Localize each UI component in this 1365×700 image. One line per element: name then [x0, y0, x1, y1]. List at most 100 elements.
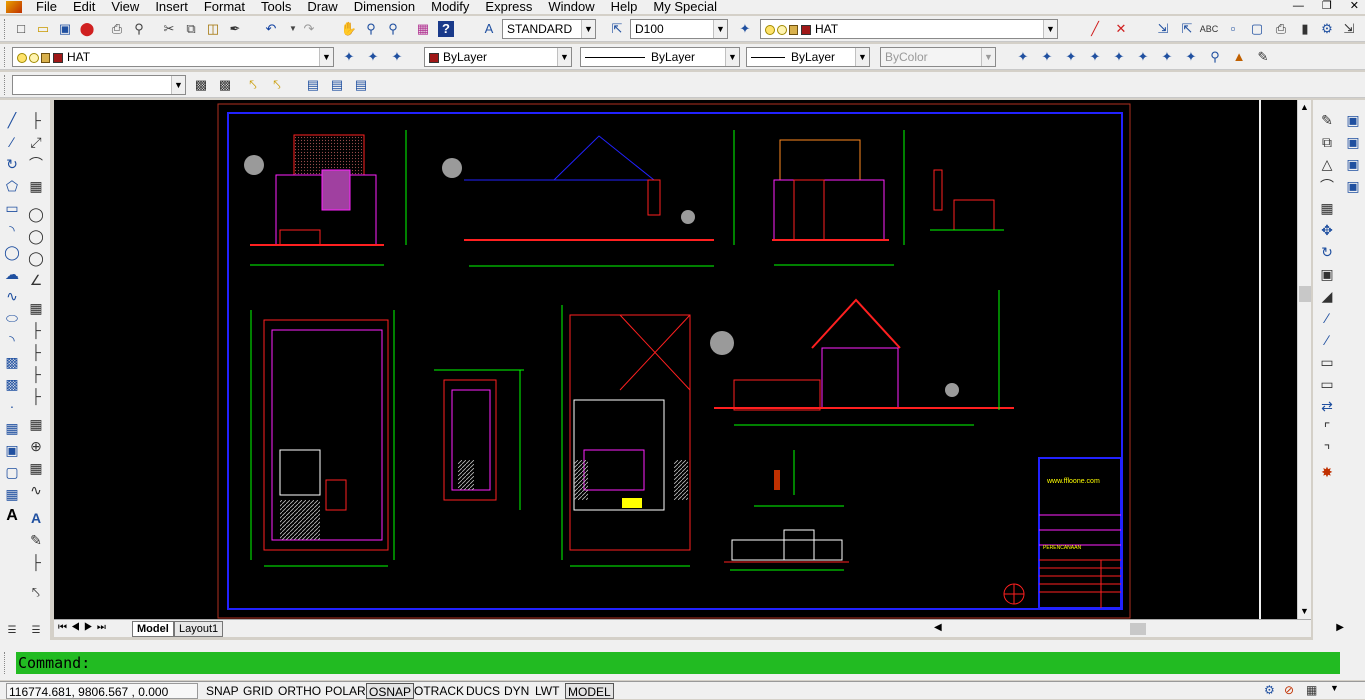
dim-edit-icon[interactable]: A: [26, 508, 46, 528]
layer-previous-icon[interactable]: ✦: [364, 48, 382, 66]
arc-icon[interactable]: ◝: [2, 220, 22, 240]
explode-icon[interactable]: ✸: [1317, 462, 1337, 482]
erase-icon[interactable]: ✕: [1112, 20, 1130, 38]
plot-preview-icon[interactable]: ⚲: [130, 20, 148, 38]
draworder-below-icon[interactable]: ▣: [1343, 176, 1363, 196]
open-file-icon[interactable]: ▭: [34, 20, 52, 38]
dim-style-icon[interactable]: ⤣: [26, 582, 46, 602]
scroll-thumb[interactable]: [1130, 623, 1146, 635]
break-at-point-icon[interactable]: ▭: [1317, 352, 1337, 372]
help-icon[interactable]: ?: [438, 21, 454, 37]
grid-toggle[interactable]: GRID: [241, 683, 275, 699]
menu-window[interactable]: Window: [540, 0, 602, 13]
draworder-back-icon[interactable]: ▣: [1343, 132, 1363, 152]
view-named-icon[interactable]: ▤: [328, 76, 346, 94]
insert-block-icon[interactable]: ▩: [2, 352, 22, 372]
paste-icon[interactable]: ◫: [204, 20, 222, 38]
pan-icon[interactable]: ✋: [340, 20, 358, 38]
dim-aligned-icon[interactable]: ⇱: [1178, 20, 1196, 38]
lock-toolbars-icon[interactable]: ▦: [1306, 683, 1317, 697]
rectangle-icon[interactable]: ▭: [2, 198, 22, 218]
osnap-toggle[interactable]: OSNAP: [366, 683, 415, 699]
cone-icon[interactable]: ▲: [1230, 48, 1248, 66]
table-icon[interactable]: ▦: [2, 484, 22, 504]
layer-merge-icon[interactable]: ✦: [1182, 48, 1200, 66]
settings-icon[interactable]: ⚙: [1318, 20, 1336, 38]
dim-update-icon[interactable]: ├: [26, 552, 46, 572]
scroll-up-icon[interactable]: ▲: [1300, 102, 1309, 112]
scale-icon[interactable]: ▣: [1317, 264, 1337, 284]
layer-states-icon[interactable]: ✦: [388, 48, 406, 66]
line-draw-icon[interactable]: ╱: [1086, 20, 1104, 38]
dim-ordinate-icon[interactable]: ▦: [26, 176, 46, 196]
no-tray-icon[interactable]: ⊘: [1284, 683, 1294, 697]
dim-radius-icon[interactable]: ◯: [26, 204, 46, 224]
zoom-realtime-icon[interactable]: ⚲: [362, 20, 380, 38]
menu-tools[interactable]: Tools: [253, 0, 299, 13]
minimize-icon[interactable]: —: [1293, 0, 1304, 12]
tab-navigation-icons[interactable]: ⏮◀▶⏭: [58, 622, 110, 633]
close-icon[interactable]: ✕: [1350, 0, 1359, 12]
dim-jogged-icon[interactable]: ◯: [26, 226, 46, 246]
layer-freeze-icon[interactable]: ✦: [1086, 48, 1104, 66]
menu-format[interactable]: Format: [196, 0, 253, 13]
dim-text-edit-icon[interactable]: ✎: [26, 530, 46, 550]
redo-icon[interactable]: ↷: [300, 20, 318, 38]
hatch-icon[interactable]: ▦: [2, 418, 22, 438]
command-line[interactable]: Command:: [16, 652, 1340, 674]
construction-line-icon[interactable]: ∕: [2, 132, 22, 152]
polygon-icon[interactable]: ⬠: [2, 176, 22, 196]
scroll-down-icon[interactable]: ▼: [1300, 606, 1309, 616]
tolerance-icon[interactable]: ▦: [26, 414, 46, 434]
draworder-front-icon[interactable]: ▣: [1343, 110, 1363, 130]
menu-insert[interactable]: Insert: [147, 0, 196, 13]
circle-icon[interactable]: ◯: [2, 242, 22, 262]
quick-dim-icon[interactable]: ▦: [26, 298, 46, 318]
line-icon[interactable]: ╱: [2, 110, 22, 130]
dim-linear-icon[interactable]: ├: [26, 110, 46, 130]
mirror-icon[interactable]: △: [1317, 154, 1337, 174]
cut-icon[interactable]: ✂: [160, 20, 178, 38]
menu-dimension[interactable]: Dimension: [346, 0, 423, 13]
move-icon[interactable]: ✥: [1317, 220, 1337, 240]
zoom-window-icon[interactable]: ⚲: [384, 20, 402, 38]
status-menu-icon[interactable]: ▼: [1330, 683, 1339, 693]
toolbar-grip[interactable]: [4, 75, 7, 95]
stretch-icon[interactable]: ◢: [1317, 286, 1337, 306]
save-icon[interactable]: ▣: [56, 20, 74, 38]
spline-icon[interactable]: ∿: [2, 286, 22, 306]
menu-help[interactable]: Help: [603, 0, 646, 13]
break-icon[interactable]: ▭: [1317, 374, 1337, 394]
polyline-icon[interactable]: ↻: [2, 154, 22, 174]
match-properties-icon[interactable]: ✒: [226, 20, 244, 38]
make-block-icon[interactable]: ▩: [2, 374, 22, 394]
copy-icon[interactable]: ⧉: [1317, 132, 1337, 152]
dim-linear-icon[interactable]: ⇲: [1154, 20, 1172, 38]
dim-aligned-icon[interactable]: ⤢: [26, 132, 46, 152]
otrack-toggle[interactable]: OTRACK: [412, 683, 466, 699]
dim-text-icon[interactable]: ABC: [1200, 20, 1219, 38]
rotate-icon[interactable]: ↻: [1317, 242, 1337, 262]
color-combo[interactable]: ByLayer ▼: [424, 47, 572, 67]
ucs-world-icon[interactable]: ▩: [216, 76, 234, 94]
new-file-icon[interactable]: □: [12, 20, 30, 38]
properties-icon[interactable]: ▦: [414, 20, 432, 38]
undo-icon[interactable]: ↶: [262, 20, 280, 38]
lwt-toggle[interactable]: LWT: [533, 683, 561, 699]
linetype-combo[interactable]: ByLayer ▼: [580, 47, 740, 67]
expand-icon[interactable]: ⇲: [1340, 20, 1358, 38]
ellipse-arc-icon[interactable]: ◝: [2, 330, 22, 350]
array-icon[interactable]: ▦: [1317, 198, 1337, 218]
grip-icon[interactable]: ☰: [2, 620, 22, 640]
view-3d-icon[interactable]: ▤: [352, 76, 370, 94]
menu-draw[interactable]: Draw: [299, 0, 345, 13]
layer-unisolate-icon[interactable]: ✦: [1038, 48, 1056, 66]
revision-cloud-icon[interactable]: ☁: [2, 264, 22, 284]
horizontal-scrollbar[interactable]: ◀ ▶: [934, 622, 1344, 636]
layer-unlock-icon[interactable]: ✦: [1134, 48, 1152, 66]
ducs-toggle[interactable]: DUCS: [464, 683, 502, 699]
dim-continue-icon[interactable]: ├: [26, 342, 46, 362]
jogged-linear-icon[interactable]: ∿: [26, 480, 46, 500]
toggle-icon[interactable]: ▮: [1296, 20, 1314, 38]
layer-manager-icon[interactable]: ✦: [736, 20, 754, 38]
